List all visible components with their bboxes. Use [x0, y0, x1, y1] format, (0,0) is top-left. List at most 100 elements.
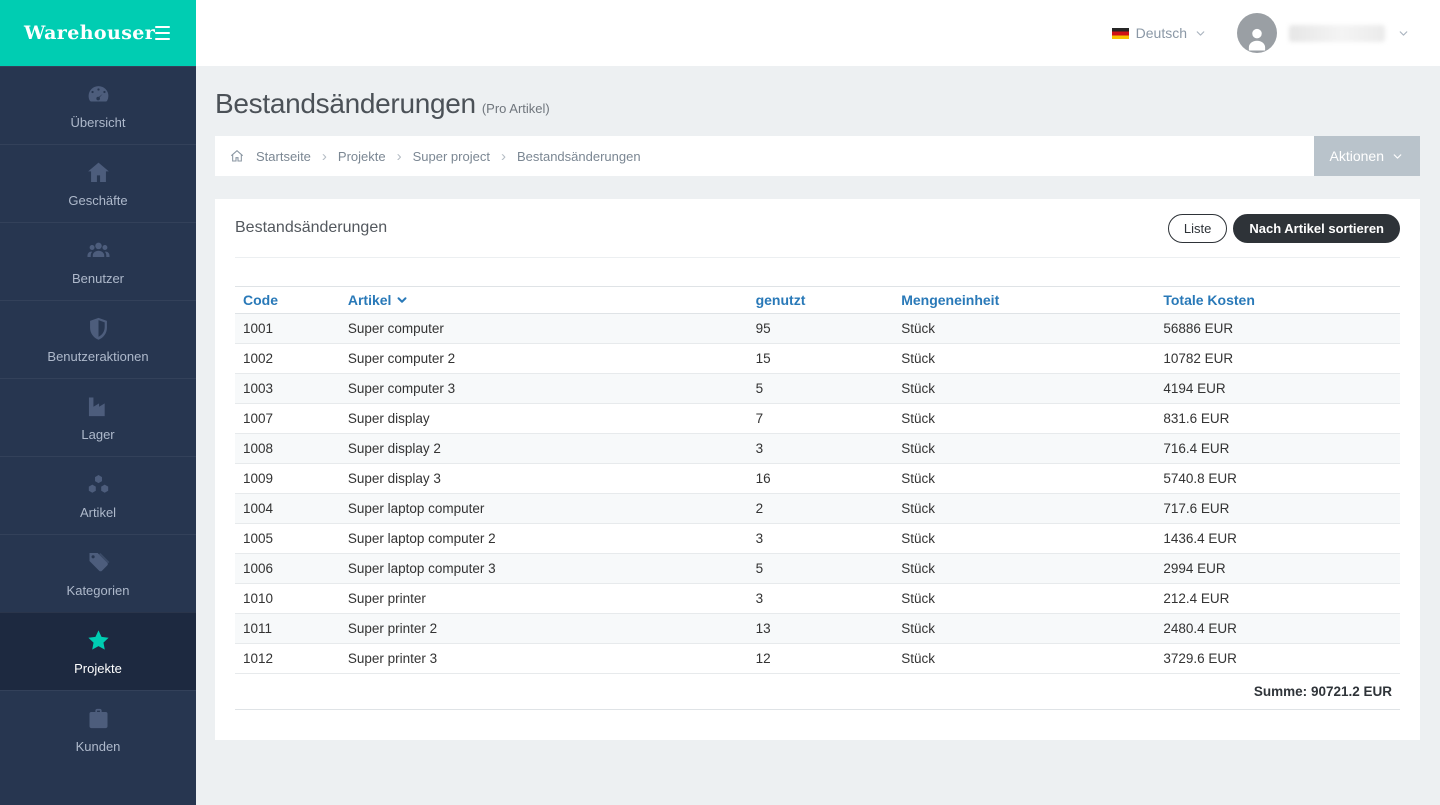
chevron-right-icon	[501, 148, 506, 165]
sidebar-item-kunden[interactable]: Kunden	[0, 690, 196, 768]
table-cell: Super computer 2	[340, 344, 748, 374]
chevron-right-icon	[397, 148, 402, 165]
table-row: 1008Super display 23Stück716.4 EUR	[235, 434, 1400, 464]
table-cell: 3	[748, 524, 894, 554]
table-cell: 2994 EUR	[1155, 554, 1400, 584]
chevron-down-icon	[1397, 27, 1410, 40]
table-cell: Super printer 3	[340, 644, 748, 674]
stock-changes-table: Code Artikel genutzt Mengeneinheit Total…	[235, 286, 1400, 710]
breadcrumb-item-projekte[interactable]: Projekte	[338, 149, 386, 164]
table-cell: Super computer 3	[340, 374, 748, 404]
liste-button[interactable]: Liste	[1168, 214, 1227, 243]
table-cell: Super printer	[340, 584, 748, 614]
sort-desc-icon	[395, 293, 409, 307]
column-header-totale-kosten[interactable]: Totale Kosten	[1155, 287, 1400, 314]
sidebar-item-benutzer[interactable]: Benutzer	[0, 222, 196, 300]
sidebar-item-artikel[interactable]: Artikel	[0, 456, 196, 534]
language-selector[interactable]: Deutsch	[1112, 25, 1207, 41]
table-cell: Stück	[893, 644, 1155, 674]
table-cell: 717.6 EUR	[1155, 494, 1400, 524]
table-summary-cell: Summe: 90721.2 EUR	[235, 674, 1400, 710]
table-row: 1011Super printer 213Stück2480.4 EUR	[235, 614, 1400, 644]
person-icon	[1242, 23, 1272, 53]
actions-button-label: Aktionen	[1330, 148, 1384, 164]
app-window: Warehouser ÜbersichtGeschäfteBenutzerBen…	[0, 0, 1440, 805]
breadcrumb-bar: Startseite Projekte Super project Bestan…	[215, 136, 1420, 176]
column-header-genutzt[interactable]: genutzt	[748, 287, 894, 314]
sidebar-item-kategorien[interactable]: Kategorien	[0, 534, 196, 612]
sidebar-item-label: Artikel	[80, 505, 116, 520]
flag-de-icon	[1112, 28, 1129, 39]
table-cell: 1003	[235, 374, 340, 404]
table-cell: Super printer 2	[340, 614, 748, 644]
breadcrumb-item-startseite[interactable]: Startseite	[256, 149, 311, 164]
table-cell: Super laptop computer 3	[340, 554, 748, 584]
table-cell: 12	[748, 644, 894, 674]
table-row: 1007Super display7Stück831.6 EUR	[235, 404, 1400, 434]
table-cell: 1006	[235, 554, 340, 584]
chevron-right-icon	[322, 148, 327, 165]
table-cell: Stück	[893, 464, 1155, 494]
table-cell: 1009	[235, 464, 340, 494]
table-summary-row: Summe: 90721.2 EUR	[235, 674, 1400, 710]
table-cell: 212.4 EUR	[1155, 584, 1400, 614]
home-icon	[85, 159, 112, 186]
breadcrumb-item-super-project[interactable]: Super project	[413, 149, 490, 164]
table-row: 1002Super computer 215Stück10782 EUR	[235, 344, 1400, 374]
account-menu[interactable]	[1237, 13, 1410, 53]
table-row: 1012Super printer 312Stück3729.6 EUR	[235, 644, 1400, 674]
table-row: 1005Super laptop computer 23Stück1436.4 …	[235, 524, 1400, 554]
sidebar-item-label: Kategorien	[67, 583, 130, 598]
table-cell: 3	[748, 434, 894, 464]
table-cell: Super display 2	[340, 434, 748, 464]
user-name-blurred	[1289, 25, 1385, 42]
actions-button[interactable]: Aktionen	[1314, 136, 1420, 176]
column-header-mengeneinheit[interactable]: Mengeneinheit	[893, 287, 1155, 314]
table-cell: 56886 EUR	[1155, 314, 1400, 344]
column-header-artikel[interactable]: Artikel	[340, 287, 748, 314]
table-row: 1004Super laptop computer2Stück717.6 EUR	[235, 494, 1400, 524]
sidebar-item-lager[interactable]: Lager	[0, 378, 196, 456]
cubes-icon	[85, 471, 112, 498]
home-outline-icon[interactable]	[229, 148, 245, 164]
sidebar-item-benutzeraktionen[interactable]: Benutzeraktionen	[0, 300, 196, 378]
table-cell: 1012	[235, 644, 340, 674]
sidebar-item-label: Übersicht	[71, 115, 126, 130]
table-cell: 3	[748, 584, 894, 614]
chevron-down-icon	[1391, 150, 1404, 163]
sidebar-item-label: Benutzer	[72, 271, 124, 286]
table-cell: Stück	[893, 404, 1155, 434]
language-label: Deutsch	[1136, 25, 1187, 41]
table-cell: Super computer	[340, 314, 748, 344]
table-cell: 1011	[235, 614, 340, 644]
table-cell: 1007	[235, 404, 340, 434]
table-cell: 1004	[235, 494, 340, 524]
user-avatar	[1237, 13, 1277, 53]
panel: Bestandsänderungen Liste Nach Artikel so…	[215, 199, 1420, 740]
sidebar-item-label: Projekte	[74, 661, 122, 676]
table-row: 1001Super computer95Stück56886 EUR	[235, 314, 1400, 344]
main-area: Deutsch Bestandsänderungen(Pro Artikel) …	[196, 0, 1440, 805]
table-row: 1003Super computer 35Stück4194 EUR	[235, 374, 1400, 404]
chevron-down-icon	[1194, 27, 1207, 40]
table-cell: Stück	[893, 494, 1155, 524]
page-subtitle: (Pro Artikel)	[482, 101, 550, 116]
sidebar-item-uebersicht[interactable]: Übersicht	[0, 66, 196, 144]
sidebar-nav: Übersicht Geschäfte Benutzer Benutzeraktion…	[0, 66, 196, 768]
topbar: Deutsch	[196, 0, 1440, 66]
table-cell: 2480.4 EUR	[1155, 614, 1400, 644]
sidebar-item-projekte[interactable]: Projekte	[0, 612, 196, 690]
factory-icon	[85, 393, 112, 420]
table-cell: Stück	[893, 344, 1155, 374]
tags-icon	[85, 549, 112, 576]
summary-value: 90721.2 EUR	[1311, 684, 1392, 699]
table-cell: 4194 EUR	[1155, 374, 1400, 404]
column-header-code[interactable]: Code	[235, 287, 340, 314]
table-cell: Stück	[893, 554, 1155, 584]
hamburger-menu-icon[interactable]	[155, 22, 170, 44]
view-toggle-group: Liste Nach Artikel sortieren	[1168, 214, 1400, 243]
table-header-row: Code Artikel genutzt Mengeneinheit Total…	[235, 287, 1400, 314]
page-head: Bestandsänderungen(Pro Artikel)	[215, 66, 1420, 136]
sidebar-item-geschaefte[interactable]: Geschäfte	[0, 144, 196, 222]
sort-by-article-button[interactable]: Nach Artikel sortieren	[1233, 214, 1400, 243]
